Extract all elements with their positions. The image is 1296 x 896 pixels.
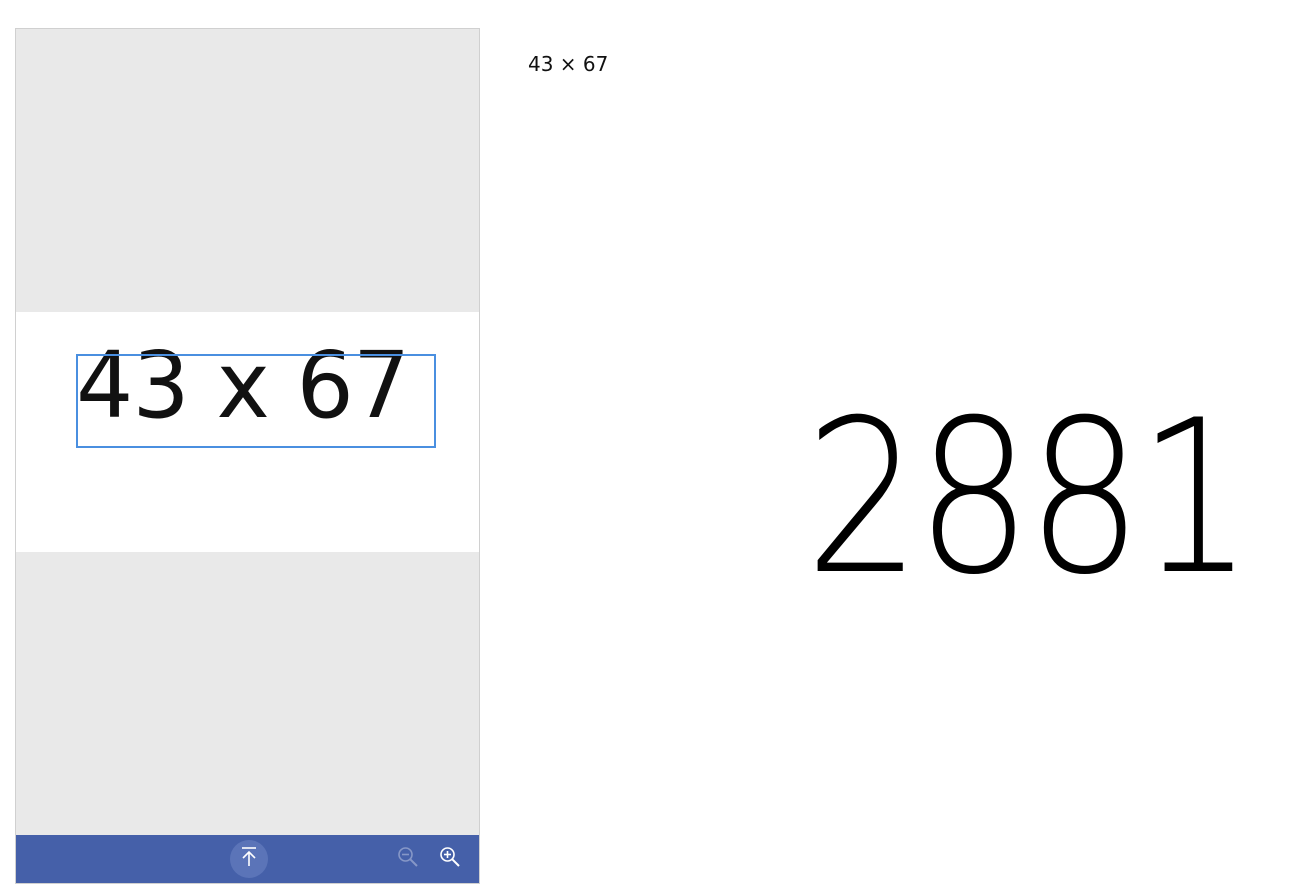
captured-image: 43 x 67 [16, 312, 479, 552]
zoom-in-button[interactable] [438, 847, 462, 871]
viewer-toolbar [16, 835, 479, 883]
capture-button[interactable] [230, 840, 268, 878]
zoom-out-button[interactable] [396, 847, 420, 871]
selection-box[interactable] [76, 354, 436, 448]
expression-text: 43 × 67 [528, 52, 609, 76]
result-value: 2881 [805, 374, 1254, 621]
zoom-out-icon [397, 846, 419, 872]
upload-arrow-icon [239, 846, 259, 872]
image-viewer: 43 x 67 [15, 28, 480, 884]
zoom-in-icon [439, 846, 461, 872]
